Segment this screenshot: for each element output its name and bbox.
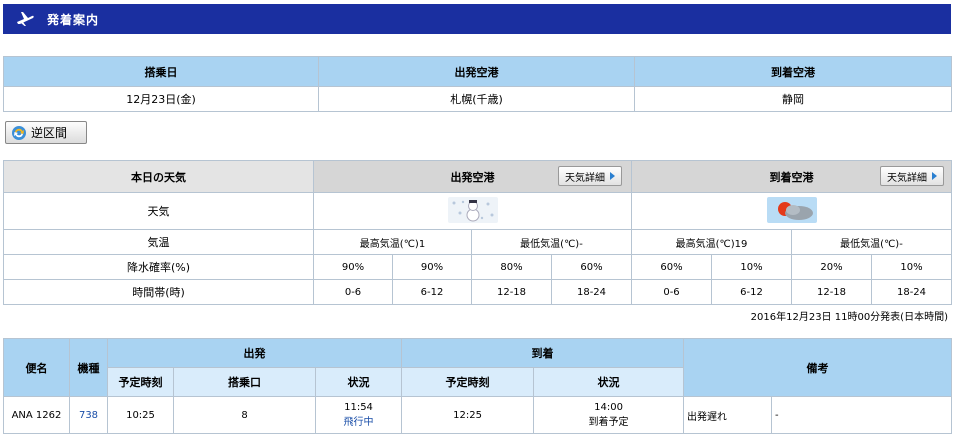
- time-slot: 12-18: [471, 279, 552, 305]
- departure-airport-header: 出発空港: [318, 56, 635, 87]
- forecast-issued-time: 2016年12月23日 11時00分発表(日本時間): [750, 312, 948, 323]
- arr-rain: 60%: [631, 254, 712, 280]
- arrival-weather-detail-button[interactable]: 天気詳細: [880, 166, 944, 186]
- weather-title: 本日の天気: [3, 160, 314, 193]
- weather-arrival-header: 到着空港 天気詳細: [631, 160, 952, 193]
- remark-detail: -: [771, 396, 953, 434]
- dep-status-text: 飛行中: [343, 417, 374, 428]
- time-slot: 18-24: [551, 279, 632, 305]
- gate-header: 搭乗口: [173, 367, 316, 397]
- arrival-airport: 静岡: [634, 86, 952, 112]
- time-row-label: 時間帯(時): [3, 279, 314, 305]
- remark-status: 出発遅れ: [683, 396, 773, 434]
- flight-number-header: 便名: [3, 338, 70, 397]
- arrival-airport-header: 到着空港: [634, 56, 952, 87]
- sunny-cloudy-icon: [766, 196, 817, 223]
- page-title: 発着案内: [47, 12, 100, 27]
- arr-min-temp: 最低気温(℃)-: [791, 229, 952, 255]
- weather-departure-header: 出発空港 天気詳細: [313, 160, 632, 193]
- dep-rain: 80%: [471, 254, 552, 280]
- aircraft-type-header: 機種: [69, 338, 108, 397]
- dep-status-time: 11:54: [344, 402, 373, 413]
- rain-row-label: 降水確率(%): [3, 254, 314, 280]
- arr-rain: 10%: [871, 254, 952, 280]
- arr-max-temp: 最高気温(℃)19: [631, 229, 792, 255]
- triangle-right-icon: [610, 172, 615, 180]
- departure-weather-detail-button[interactable]: 天気詳細: [558, 166, 622, 186]
- weather-table: 本日の天気 出発空港 天気詳細 到着空港 天気詳細 天気 気温 最高気温(℃)1…: [3, 160, 952, 305]
- aircraft-type-cell: 738: [69, 396, 108, 434]
- reverse-route-button[interactable]: 逆区間: [5, 121, 87, 144]
- arr-scheduled-header: 予定時刻: [401, 367, 535, 397]
- departure-airport: 札幌(千歳): [318, 86, 635, 112]
- dep-rain: 90%: [313, 254, 393, 280]
- dep-status-header: 状況: [314, 367, 403, 397]
- aircraft-type-link[interactable]: 738: [79, 410, 98, 421]
- dep-max-temp: 最高気温(℃)1: [313, 229, 472, 255]
- dep-rain: 90%: [392, 254, 472, 280]
- departure-weather-cell: [313, 192, 632, 230]
- reverse-route-label: 逆区間: [31, 126, 68, 140]
- dep-rain: 60%: [551, 254, 632, 280]
- triangle-right-icon: [932, 172, 937, 180]
- dep-status-cell: 11:54 飛行中: [314, 396, 403, 434]
- arr-status-time: 14:00: [594, 402, 623, 413]
- dep-scheduled-time: 10:25: [107, 396, 174, 434]
- boarding-gate: 8: [173, 396, 316, 434]
- weather-departure-label: 出発空港: [450, 170, 495, 184]
- page-header: 発着案内: [3, 4, 951, 34]
- boarding-date-header: 搭乗日: [3, 56, 319, 87]
- arrival-header: 到着: [401, 338, 685, 368]
- time-slot: 0-6: [313, 279, 393, 305]
- arr-scheduled-time: 12:25: [401, 396, 535, 434]
- airplane-icon: [17, 12, 34, 26]
- flights-table: 便名 機種 出発 到着 備考 予定時刻 搭乗口 状況 予定時刻 状況 ANA 1…: [3, 338, 953, 434]
- flight-number: ANA 1262: [3, 396, 70, 434]
- time-slot: 18-24: [871, 279, 952, 305]
- temp-row-label: 気温: [3, 229, 314, 255]
- route-table: 搭乗日 出発空港 到着空港 12月23日(金) 札幌(千歳) 静岡: [3, 56, 952, 112]
- arr-status-header: 状況: [533, 367, 685, 397]
- weather-arrival-label: 到着空港: [769, 170, 814, 184]
- arrival-weather-cell: [631, 192, 952, 230]
- departure-header: 出発: [106, 338, 403, 368]
- arr-status-cell: 14:00 到着予定: [533, 396, 685, 434]
- time-slot: 0-6: [631, 279, 712, 305]
- time-slot: 12-18: [791, 279, 872, 305]
- remarks-header: 備考: [683, 338, 953, 397]
- arr-status-text: 到着予定: [588, 417, 629, 428]
- dep-scheduled-header: 予定時刻: [107, 367, 174, 397]
- weather-detail-label: 天気詳細: [887, 172, 927, 184]
- weather-detail-label: 天気詳細: [565, 172, 605, 184]
- snow-icon: [447, 196, 498, 223]
- arr-rain: 10%: [711, 254, 792, 280]
- arr-rain: 20%: [791, 254, 872, 280]
- boarding-date: 12月23日(金): [3, 86, 319, 112]
- time-slot: 6-12: [392, 279, 472, 305]
- table-row: ANA 1262 738 10:25 8 11:54 飛行中 12:25 14:…: [3, 396, 953, 434]
- dep-min-temp: 最低気温(℃)-: [471, 229, 632, 255]
- time-slot: 6-12: [711, 279, 792, 305]
- weather-row-label: 天気: [3, 192, 314, 230]
- swap-arrows-icon: [12, 125, 26, 140]
